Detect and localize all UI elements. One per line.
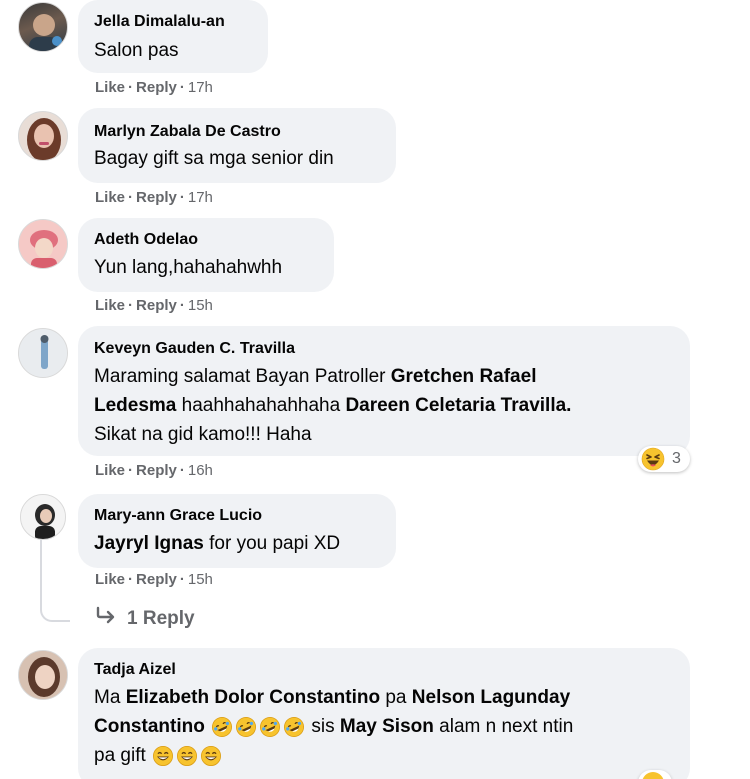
text-segment: pa gift [94,745,146,766]
avatar[interactable] [20,494,66,540]
mention-link[interactable]: Dareen Celetaria Travilla. [345,395,571,416]
comment-author[interactable]: Keveyn Gauden C. Travilla [94,339,674,359]
mention-link[interactable]: Ledesma [94,395,176,416]
comment-timestamp[interactable]: 17h [188,79,213,96]
comment-actions: Like · Reply · 17h [95,189,213,207]
comment-timestamp[interactable]: 15h [188,571,213,588]
like-link[interactable]: Like [95,79,125,96]
comment-text: Salon pas [94,40,179,61]
mention-link[interactable]: May Sison [340,716,434,737]
comment-author[interactable]: Marlyn Zabala De Castro [94,122,380,142]
comment-bubble: Mary-ann Grace Lucio Jayryl Ignas for yo… [78,494,396,568]
comment-author[interactable]: Jella Dimalalu-an [94,12,252,32]
text-segment: haahhahahahhaha [176,395,346,416]
grinning-emoji-icon [176,745,198,767]
haha-reaction-icon [642,772,664,779]
comment-actions: Like · Reply · 15h [95,297,213,315]
text-segment: sis [306,716,340,737]
thread-connector [40,540,70,622]
separator: · [128,297,134,314]
comment-text-line: pa gift [94,741,674,770]
separator: · [179,297,185,314]
avatar-photo [29,14,62,51]
avatar[interactable] [18,111,68,161]
like-link[interactable]: Like [95,297,125,314]
comment-text-line: Ledesma haahhahahahhaha Dareen Celetaria… [94,391,674,420]
comment-text: Maraming salamat Bayan Patroller Gretche… [94,362,674,391]
grinning-emoji-icon [152,745,174,767]
comment-author[interactable]: Tadja Aizel [94,660,674,680]
reply-link[interactable]: Reply [136,189,177,206]
avatar-photo [27,118,61,160]
reply-link[interactable]: Reply [136,571,177,588]
comment-text-line: Sikat na gid kamo!!! Haha [94,424,312,445]
reply-link[interactable]: Reply [136,462,177,479]
comment-author[interactable]: Mary-ann Grace Lucio [94,506,380,526]
comment-actions: Like · Reply · 15h [95,571,213,589]
replies-count-label[interactable]: 1 Reply [127,608,195,629]
comment-actions: Like · Reply · 17h [95,79,213,97]
avatar-photo [19,651,67,699]
mention-link[interactable]: Nelson Lagunday [412,687,570,708]
avatar-photo [19,220,67,268]
comment-text: Yun lang,hahahahwhh [94,257,283,278]
rofl-emoji-icon [259,716,281,738]
reply-link[interactable]: Reply [136,297,177,314]
comment-bubble: Keveyn Gauden C. Travilla Maraming salam… [78,326,690,456]
text-segment: Ma [94,687,126,708]
mention-link[interactable]: Gretchen Rafael [391,366,537,387]
avatar-photo [19,329,67,377]
comment-author[interactable]: Adeth Odelao [94,230,318,250]
mention-link[interactable]: Elizabeth Dolor Constantino [126,687,380,708]
mention-link[interactable]: Constantino [94,716,205,737]
reply-arrow-icon [95,606,117,631]
reaction-summary[interactable]: 3 [638,446,690,472]
comment-actions: Like · Reply · 16h [95,462,213,480]
comment-text-line: Constantino sis May Sison alam n next nt… [94,712,674,741]
text-segment: Maraming salamat Bayan Patroller [94,366,391,387]
comment-bubble: Adeth Odelao Yun lang,hahahahwhh [78,218,334,292]
avatar-photo [21,495,65,539]
mention-link[interactable]: Jayryl Ignas [94,533,204,554]
grinning-emoji-icon [200,745,222,767]
comment-timestamp[interactable]: 16h [188,462,213,479]
comment-timestamp[interactable]: 15h [188,297,213,314]
comment-timestamp[interactable]: 17h [188,189,213,206]
separator: · [179,462,185,479]
separator: · [128,571,134,588]
like-link[interactable]: Like [95,189,125,206]
separator: · [128,462,134,479]
comment-text: Bagay gift sa mga senior din [94,148,334,169]
separator: · [128,79,134,96]
separator: · [179,571,185,588]
separator: · [128,189,134,206]
comment-text: Ma Elizabeth Dolor Constantino pa Nelson… [94,683,674,712]
like-link[interactable]: Like [95,462,125,479]
separator: · [179,189,185,206]
text-segment: alam n next ntin [433,716,574,737]
reply-link[interactable]: Reply [136,79,177,96]
haha-reaction-icon [641,447,665,471]
comment-text: Jayryl Ignas for you papi XD [94,529,380,558]
separator: · [179,79,185,96]
comments-panel: Jella Dimalalu-an Salon pas Like · Reply · 1… [0,0,750,779]
like-link[interactable]: Like [95,571,125,588]
avatar[interactable] [18,328,68,378]
text-segment: pa [380,687,412,708]
avatar[interactable] [18,2,68,52]
avatar[interactable] [18,650,68,700]
reaction-count: 3 [672,450,681,467]
view-replies-link[interactable]: 1 Reply [95,606,195,631]
rofl-emoji-icon [283,716,305,738]
comment-bubble: Tadja Aizel Ma Elizabeth Dolor Constanti… [78,648,690,779]
comment-bubble: Jella Dimalalu-an Salon pas [78,0,268,73]
rofl-emoji-icon [211,716,233,738]
rofl-emoji-icon [235,716,257,738]
comment-bubble: Marlyn Zabala De Castro Bagay gift sa mg… [78,108,396,183]
text-segment: for you papi XD [203,533,341,554]
avatar[interactable] [18,219,68,269]
